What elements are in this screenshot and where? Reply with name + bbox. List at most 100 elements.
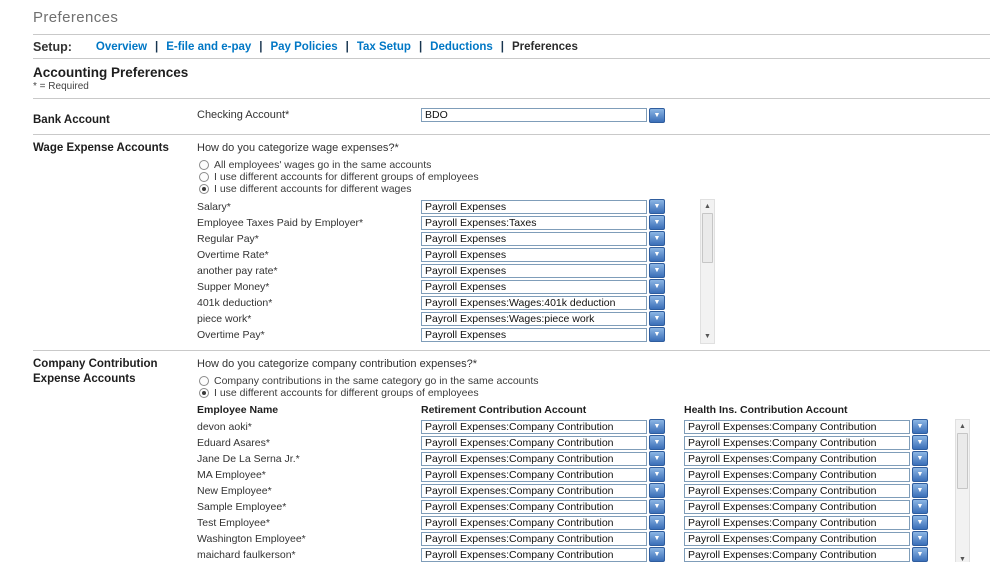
retirement-account-dropdown[interactable]: Payroll Expenses:Company Contribution ▼ — [421, 451, 665, 467]
wage-account-dropdown[interactable]: Payroll Expenses ▼ — [421, 231, 665, 247]
nav-pay-policies[interactable]: Pay Policies — [270, 41, 337, 53]
scroll-down-icon[interactable]: ▼ — [956, 553, 969, 562]
wage-account-dropdown[interactable]: Payroll Expenses ▼ — [421, 263, 665, 279]
checking-account-dropdown[interactable]: BDO ▼ — [421, 107, 665, 123]
health-account-value[interactable]: Payroll Expenses:Company Contribution — [684, 419, 910, 434]
chevron-down-icon[interactable]: ▼ — [912, 483, 928, 499]
wage-account-dropdown[interactable]: Payroll Expenses ▼ — [421, 279, 665, 295]
retirement-account-value[interactable]: Payroll Expenses:Company Contribution — [421, 483, 647, 498]
wage-account-dropdown[interactable]: Payroll Expenses:Taxes ▼ — [421, 215, 665, 231]
health-account-dropdown[interactable]: Payroll Expenses:Company Contribution ▼ — [684, 515, 928, 531]
chevron-down-icon[interactable]: ▼ — [649, 327, 665, 343]
wage-account-value[interactable]: Payroll Expenses — [421, 327, 647, 342]
chevron-down-icon[interactable]: ▼ — [649, 515, 665, 531]
scroll-down-icon[interactable]: ▼ — [701, 330, 714, 343]
nav-efile-epay[interactable]: E-file and e-pay — [166, 41, 251, 53]
retirement-account-dropdown[interactable]: Payroll Expenses:Company Contribution ▼ — [421, 547, 665, 562]
chevron-down-icon[interactable]: ▼ — [912, 499, 928, 515]
wage-list-scrollbar[interactable]: ▲ ▼ — [700, 198, 715, 344]
chevron-down-icon[interactable]: ▼ — [649, 107, 665, 123]
nav-deductions[interactable]: Deductions — [430, 41, 493, 53]
chevron-down-icon[interactable]: ▼ — [649, 231, 665, 247]
retirement-account-value[interactable]: Payroll Expenses:Company Contribution — [421, 435, 647, 450]
nav-tax-setup[interactable]: Tax Setup — [357, 41, 411, 53]
chevron-down-icon[interactable]: ▼ — [649, 531, 665, 547]
health-account-value[interactable]: Payroll Expenses:Company Contribution — [684, 499, 910, 514]
retirement-account-value[interactable]: Payroll Expenses:Company Contribution — [421, 451, 647, 466]
chevron-down-icon[interactable]: ▼ — [649, 483, 665, 499]
chevron-down-icon[interactable]: ▼ — [649, 451, 665, 467]
wage-account-dropdown[interactable]: Payroll Expenses:Wages:401k deduction ▼ — [421, 295, 665, 311]
chevron-down-icon[interactable]: ▼ — [649, 435, 665, 451]
health-account-value[interactable]: Payroll Expenses:Company Contribution — [684, 467, 910, 482]
radio-icon[interactable] — [199, 375, 209, 386]
retirement-account-dropdown[interactable]: Payroll Expenses:Company Contribution ▼ — [421, 467, 665, 483]
radio-icon[interactable] — [199, 387, 209, 398]
retirement-account-dropdown[interactable]: Payroll Expenses:Company Contribution ▼ — [421, 435, 665, 451]
chevron-down-icon[interactable]: ▼ — [649, 467, 665, 483]
chevron-down-icon[interactable]: ▼ — [649, 199, 665, 215]
health-account-value[interactable]: Payroll Expenses:Company Contribution — [684, 531, 910, 546]
health-account-value[interactable]: Payroll Expenses:Company Contribution — [684, 435, 910, 450]
retirement-account-value[interactable]: Payroll Expenses:Company Contribution — [421, 499, 647, 514]
wage-account-value[interactable]: Payroll Expenses — [421, 279, 647, 294]
retirement-account-dropdown[interactable]: Payroll Expenses:Company Contribution ▼ — [421, 419, 665, 435]
contribution-option-same-category[interactable]: Company contributions in the same catego… — [199, 375, 990, 387]
wage-account-value[interactable]: Payroll Expenses — [421, 231, 647, 246]
chevron-down-icon[interactable]: ▼ — [649, 499, 665, 515]
chevron-down-icon[interactable]: ▼ — [649, 311, 665, 327]
wage-account-value[interactable]: Payroll Expenses:Taxes — [421, 215, 647, 230]
health-account-dropdown[interactable]: Payroll Expenses:Company Contribution ▼ — [684, 547, 928, 562]
radio-icon[interactable] — [199, 183, 209, 194]
chevron-down-icon[interactable]: ▼ — [912, 435, 928, 451]
nav-overview[interactable]: Overview — [96, 41, 147, 53]
wage-account-value[interactable]: Payroll Expenses — [421, 199, 647, 214]
health-account-dropdown[interactable]: Payroll Expenses:Company Contribution ▼ — [684, 499, 928, 515]
radio-icon[interactable] — [199, 171, 209, 182]
retirement-account-dropdown[interactable]: Payroll Expenses:Company Contribution ▼ — [421, 483, 665, 499]
health-account-dropdown[interactable]: Payroll Expenses:Company Contribution ▼ — [684, 467, 928, 483]
contribution-option-groups-of-employees[interactable]: I use different accounts for different g… — [199, 387, 990, 399]
chevron-down-icon[interactable]: ▼ — [649, 215, 665, 231]
chevron-down-icon[interactable]: ▼ — [912, 419, 928, 435]
wage-account-dropdown[interactable]: Payroll Expenses ▼ — [421, 247, 665, 263]
health-account-dropdown[interactable]: Payroll Expenses:Company Contribution ▼ — [684, 451, 928, 467]
scrollbar-track[interactable] — [701, 263, 714, 330]
retirement-account-dropdown[interactable]: Payroll Expenses:Company Contribution ▼ — [421, 499, 665, 515]
chevron-down-icon[interactable]: ▼ — [649, 263, 665, 279]
health-account-dropdown[interactable]: Payroll Expenses:Company Contribution ▼ — [684, 435, 928, 451]
scrollbar-thumb[interactable] — [702, 212, 713, 263]
scroll-up-icon[interactable]: ▲ — [956, 420, 969, 433]
chevron-down-icon[interactable]: ▼ — [912, 547, 928, 562]
chevron-down-icon[interactable]: ▼ — [649, 419, 665, 435]
scroll-up-icon[interactable]: ▲ — [701, 200, 714, 213]
retirement-account-dropdown[interactable]: Payroll Expenses:Company Contribution ▼ — [421, 515, 665, 531]
nav-preferences-current[interactable]: Preferences — [512, 41, 578, 53]
checking-account-value[interactable]: BDO — [421, 108, 647, 122]
chevron-down-icon[interactable]: ▼ — [912, 515, 928, 531]
wage-account-dropdown[interactable]: Payroll Expenses:Wages:piece work ▼ — [421, 311, 665, 327]
retirement-account-value[interactable]: Payroll Expenses:Company Contribution — [421, 515, 647, 530]
chevron-down-icon[interactable]: ▼ — [649, 279, 665, 295]
wage-option-different-wages[interactable]: I use different accounts for different w… — [199, 183, 990, 195]
radio-icon[interactable] — [199, 159, 209, 170]
retirement-account-value[interactable]: Payroll Expenses:Company Contribution — [421, 467, 647, 482]
retirement-account-value[interactable]: Payroll Expenses:Company Contribution — [421, 419, 647, 434]
health-account-value[interactable]: Payroll Expenses:Company Contribution — [684, 547, 910, 562]
chevron-down-icon[interactable]: ▼ — [912, 451, 928, 467]
wage-account-value[interactable]: Payroll Expenses:Wages:piece work — [421, 311, 647, 326]
chevron-down-icon[interactable]: ▼ — [649, 547, 665, 562]
chevron-down-icon[interactable]: ▼ — [649, 247, 665, 263]
wage-account-dropdown[interactable]: Payroll Expenses ▼ — [421, 199, 665, 215]
wage-account-value[interactable]: Payroll Expenses — [421, 247, 647, 262]
wage-option-same-accounts[interactable]: All employees' wages go in the same acco… — [199, 159, 990, 171]
health-account-dropdown[interactable]: Payroll Expenses:Company Contribution ▼ — [684, 419, 928, 435]
health-account-value[interactable]: Payroll Expenses:Company Contribution — [684, 483, 910, 498]
contribution-table-scrollbar[interactable]: ▲ ▼ — [955, 418, 970, 562]
health-account-dropdown[interactable]: Payroll Expenses:Company Contribution ▼ — [684, 531, 928, 547]
wage-account-value[interactable]: Payroll Expenses — [421, 263, 647, 278]
scrollbar-thumb[interactable] — [957, 432, 968, 489]
chevron-down-icon[interactable]: ▼ — [649, 295, 665, 311]
health-account-value[interactable]: Payroll Expenses:Company Contribution — [684, 451, 910, 466]
retirement-account-dropdown[interactable]: Payroll Expenses:Company Contribution ▼ — [421, 531, 665, 547]
